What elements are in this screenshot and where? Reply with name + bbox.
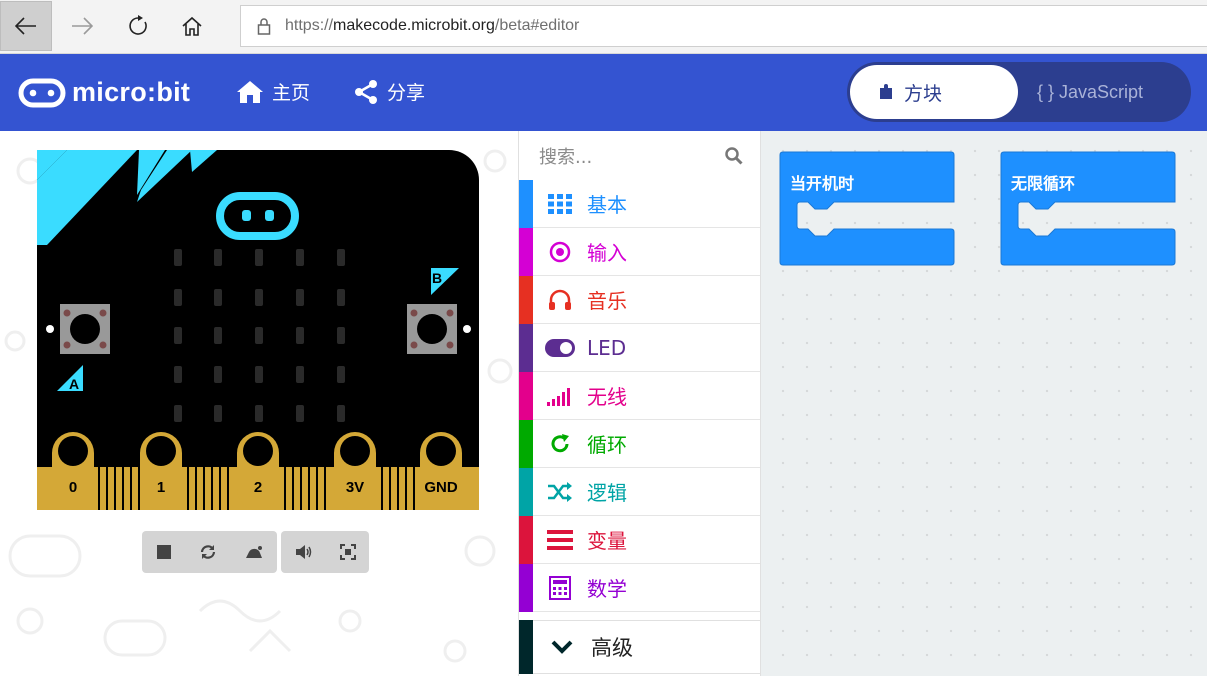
speaker-icon[interactable] [295,545,313,559]
category-color-bar [519,275,533,324]
refresh-icon [533,433,587,455]
calculator-icon [533,575,587,600]
editor-toggle: 方块 { } JavaScript [847,62,1191,122]
blocks-workspace[interactable]: 当开机时 无限循环 [761,131,1207,676]
fullscreen-icon[interactable] [339,544,356,560]
category-logic[interactable]: 逻辑 [519,467,760,516]
javascript-tab[interactable]: { } JavaScript [1037,65,1143,119]
category-label: 音乐 [587,289,627,313]
category-label: 变量 [587,529,627,553]
share-label: 分享 [387,82,426,104]
category-color-bar [519,179,533,228]
category-label: 无线 [587,385,627,409]
url-text: https://makecode.microbit.org/beta#edito… [285,17,580,34]
address-bar[interactable]: https://makecode.microbit.org/beta#edito… [240,5,1207,47]
grid-icon [533,193,587,214]
simulator-controls [142,531,277,573]
home-button[interactable] [166,1,218,51]
category-label: LED [587,335,627,360]
microbit-board: A B 0 1 2 3V GND [37,150,479,510]
blocks-label: 方块 [904,82,943,105]
refresh-button[interactable] [112,1,164,51]
toggle-icon [533,338,587,357]
category-color-bar [519,323,533,372]
target-icon [533,241,587,263]
category-color-bar [519,419,533,468]
svg-text:GND: GND [424,479,458,496]
simulator-panel: A B 0 1 2 3V GND [0,131,518,676]
chevron-down-icon [533,640,591,654]
svg-text:1: 1 [157,479,165,496]
puzzle-icon [880,84,892,99]
signal-icon [533,386,587,406]
stop-icon[interactable] [156,545,171,559]
svg-text:3V: 3V [346,479,364,496]
forward-button[interactable] [56,1,108,51]
restart-icon[interactable] [200,544,216,560]
svg-text:0: 0 [69,479,77,496]
svg-text:B: B [432,270,442,286]
category-advanced[interactable]: 高级 [519,620,760,674]
home-link[interactable]: 主页 [236,78,310,105]
category-label: 数学 [587,577,627,601]
category-color-bar [519,563,533,612]
category-color-bar [519,620,533,674]
category-led[interactable]: LED [519,323,760,372]
back-button[interactable] [0,1,52,51]
microbit-logo[interactable]: micro:bit [18,77,190,108]
category-math[interactable]: 数学 [519,563,760,612]
category-color-bar [519,371,533,420]
toolbox: 搜索... 基本 输入 音乐 LED 无线 循环 逻辑 变量 数学 高级 [518,131,761,676]
back-arrow-icon [15,17,36,35]
category-label: 逻辑 [587,481,627,505]
category-label: 循环 [587,433,627,457]
app-header: micro:bit 主页 分享 方块 { } JavaScript [0,54,1207,131]
microbit-logo-icon [18,78,66,107]
list-icon [533,529,587,550]
svg-text:A: A [69,376,79,392]
search-input[interactable]: 搜索... [539,143,592,169]
javascript-label: { } JavaScript [1037,81,1144,102]
share-icon [355,79,377,104]
category-color-bar [519,515,533,564]
home-label: 主页 [272,82,311,104]
slow-motion-icon[interactable] [245,545,263,559]
advanced-label: 高级 [591,636,633,660]
category-music[interactable]: 音乐 [519,275,760,324]
category-radio[interactable]: 无线 [519,371,760,420]
browser-toolbar: https://makecode.microbit.org/beta#edito… [0,0,1207,54]
category-loops[interactable]: 循环 [519,419,760,468]
category-color-bar [519,467,533,516]
blocks-tab[interactable]: 方块 [850,65,1018,119]
search-icon[interactable] [725,147,743,165]
block-label-forever: 无限循环 [1011,174,1076,193]
simulator-controls-2 [281,531,369,573]
category-variables[interactable]: 变量 [519,515,760,564]
lock-icon [257,18,271,35]
share-link[interactable]: 分享 [353,78,425,105]
svg-text:2: 2 [254,479,262,496]
shuffle-icon [533,481,587,502]
forward-arrow-icon [72,17,93,35]
category-label: 基本 [587,193,627,217]
category-label: 输入 [587,241,627,265]
refresh-icon [129,15,147,35]
category-color-bar [519,227,533,276]
home-icon [182,16,202,36]
block-label-on-start: 当开机时 [790,174,855,193]
home-icon [237,80,263,103]
toolbox-search[interactable]: 搜索... [519,131,760,181]
category-basic[interactable]: 基本 [519,179,760,228]
block-forever[interactable] [1000,151,1176,267]
block-on-start[interactable] [779,151,955,267]
category-input[interactable]: 输入 [519,227,760,276]
logo-text: micro:bit [72,77,191,107]
headphones-icon [533,289,587,311]
